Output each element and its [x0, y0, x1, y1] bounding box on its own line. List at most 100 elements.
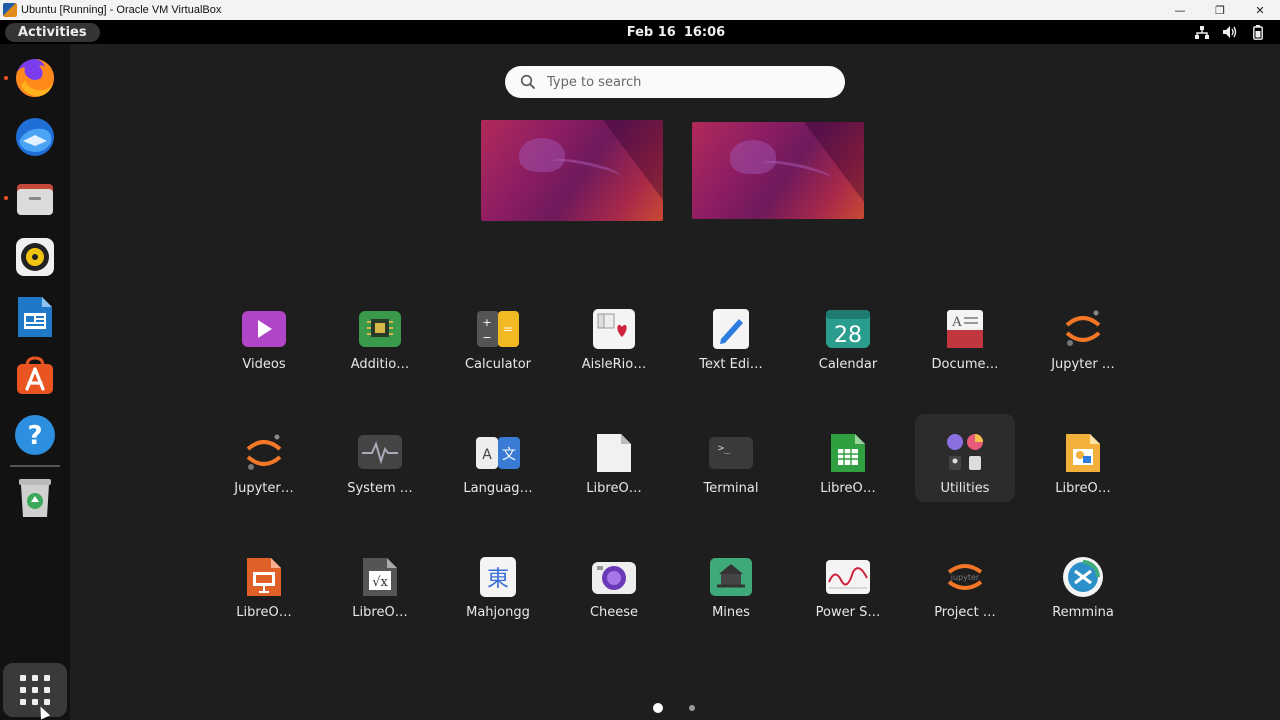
libreoffice-impress-icon [240, 553, 288, 601]
app-label: Terminal [703, 481, 759, 496]
app-label: LibreO… [236, 605, 292, 620]
app-tile[interactable]: Remmina [1033, 551, 1133, 635]
app-label: LibreO… [352, 605, 408, 620]
thunderbird-icon[interactable] [10, 112, 60, 162]
close-button[interactable]: ✕ [1240, 0, 1280, 20]
app-label: Calculator [464, 357, 531, 372]
utilities-folder-icon [941, 429, 989, 477]
workspace-thumbnail-2[interactable] [692, 122, 864, 219]
app-tile[interactable]: A Docume… [915, 303, 1015, 387]
app-label: Utilities [940, 481, 990, 496]
language-support-icon: A文 [474, 429, 522, 477]
firefox-icon[interactable] [10, 53, 60, 103]
app-label: Project … [934, 605, 996, 620]
trash-icon[interactable] [10, 472, 60, 522]
search-bar[interactable] [505, 66, 845, 98]
app-tile[interactable]: Power S… [798, 551, 898, 635]
workspace-thumbnail-1[interactable] [481, 120, 663, 221]
svg-text:jupyter: jupyter [950, 573, 980, 582]
top-bar: Activities Feb 16 16:06 [0, 20, 1280, 44]
cheese-icon [590, 553, 638, 601]
app-tile[interactable]: AisleRio… [564, 303, 664, 387]
svg-text:>_: >_ [718, 443, 731, 454]
restore-button[interactable]: ❐ [1200, 0, 1240, 20]
volume-icon[interactable] [1222, 24, 1238, 40]
dock: ? [0, 44, 70, 720]
app-label: LibreO… [586, 481, 642, 496]
app-tile[interactable]: LibreO… [1033, 427, 1133, 511]
app-tile[interactable]: jupyter Project … [915, 551, 1015, 635]
rhythmbox-icon[interactable] [10, 232, 60, 282]
date-label: Feb 16 [626, 24, 676, 40]
libreoffice-writer-icon[interactable] [10, 292, 60, 342]
clock[interactable]: Feb 16 16:06 [0, 20, 1280, 44]
search-input[interactable] [547, 72, 827, 92]
minimize-button[interactable]: — [1160, 0, 1200, 20]
page-dot-current[interactable] [653, 703, 663, 713]
window-controls: — ❐ ✕ [1160, 0, 1280, 20]
app-label: LibreO… [1055, 481, 1111, 496]
app-tile[interactable]: Text Edi… [681, 303, 781, 387]
app-label: Text Edi… [699, 357, 763, 372]
search-icon [520, 74, 535, 89]
app-label: AisleRio… [581, 357, 647, 372]
app-tile[interactable]: 東 Mahjongg [448, 551, 548, 635]
app-tile[interactable]: System … [330, 427, 430, 511]
app-tile[interactable]: Cheese [564, 551, 664, 635]
running-indicator [4, 76, 8, 80]
app-tile[interactable]: Jupyter… [214, 427, 314, 511]
battery-icon[interactable] [1250, 24, 1266, 40]
app-label: Mines [712, 605, 750, 620]
app-tile[interactable]: 28 Calendar [798, 303, 898, 387]
svg-text:28: 28 [834, 323, 862, 348]
app-label: Cheese [589, 605, 639, 620]
running-indicator [4, 196, 8, 200]
app-tile[interactable]: Utilities [915, 414, 1015, 502]
app-tile[interactable]: + − = Calculator [448, 303, 548, 387]
system-tray[interactable] [1194, 20, 1266, 44]
jupyter-icon [1059, 305, 1107, 353]
app-tile[interactable]: LibreO… [798, 427, 898, 511]
app-tile[interactable]: LibreO… [214, 551, 314, 635]
app-tile[interactable]: Jupyter … [1033, 303, 1133, 387]
app-tile[interactable]: Videos [214, 303, 314, 387]
aisleriot-icon [590, 305, 638, 353]
help-icon[interactable]: ? [10, 410, 60, 460]
libreoffice-math-icon: √x [356, 553, 404, 601]
app-label: Remmina [1052, 605, 1114, 620]
app-tile[interactable]: Mines [681, 551, 781, 635]
app-tile[interactable]: A 文 Languag… [448, 427, 548, 511]
svg-text:文: 文 [502, 447, 516, 463]
svg-text:A: A [482, 447, 492, 463]
files-icon[interactable] [10, 173, 60, 223]
remmina-icon [1059, 553, 1107, 601]
videos-icon [240, 305, 288, 353]
app-label: Videos [242, 357, 286, 372]
dock-separator [10, 465, 60, 467]
svg-text:=: = [503, 322, 513, 336]
virtualbox-titlebar: Ubuntu [Running] - Oracle VM VirtualBox … [0, 0, 1280, 20]
app-label: Power S… [815, 605, 881, 620]
network-icon[interactable] [1194, 24, 1210, 40]
additional-drivers-icon [356, 305, 404, 353]
svg-text:√x: √x [372, 575, 388, 590]
jupyter-icon [240, 429, 288, 477]
app-tile[interactable]: >_ Terminal [681, 427, 781, 511]
ubuntu-software-icon[interactable] [10, 351, 60, 401]
calculator-icon: + − = [474, 305, 522, 353]
libreoffice-draw-icon [1059, 429, 1107, 477]
text-editor-icon [707, 305, 755, 353]
page-indicator [0, 703, 1280, 713]
libreoffice-calc-icon [824, 429, 872, 477]
mines-icon [707, 553, 755, 601]
app-label: Calendar [818, 357, 878, 372]
page-dot[interactable] [689, 705, 695, 711]
app-label: Languag… [463, 481, 533, 496]
show-applications-icon [20, 675, 50, 705]
terminal-icon: >_ [707, 429, 755, 477]
app-tile[interactable]: LibreO… [564, 427, 664, 511]
svg-text:東: 東 [487, 567, 509, 592]
app-tile[interactable]: Additio… [330, 303, 430, 387]
app-tile[interactable]: √x LibreO… [330, 551, 430, 635]
svg-text:A: A [951, 315, 962, 330]
